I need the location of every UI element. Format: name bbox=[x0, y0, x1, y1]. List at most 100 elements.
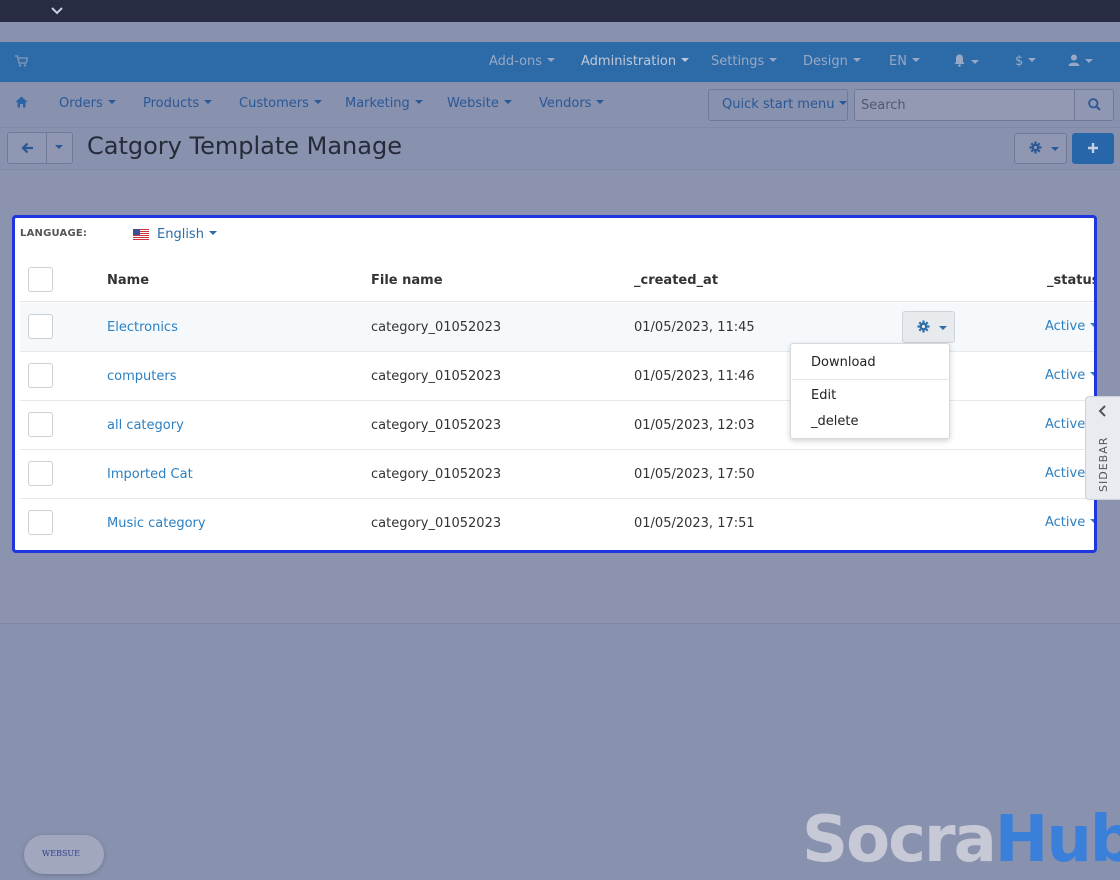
nav-language[interactable]: EN bbox=[889, 54, 920, 69]
row-status-dropdown[interactable]: Active bbox=[1045, 515, 1094, 530]
nav-currency[interactable]: $ bbox=[1015, 54, 1037, 69]
column-created-at[interactable]: _created_at bbox=[634, 273, 718, 288]
row-checkbox[interactable] bbox=[28, 314, 53, 339]
row-status-label: Active bbox=[1045, 515, 1086, 530]
language-select[interactable]: English bbox=[157, 227, 217, 242]
row-status-label: Active bbox=[1045, 319, 1086, 334]
menu-marketing[interactable]: Marketing bbox=[345, 96, 423, 111]
watermark-part1: Socra bbox=[802, 803, 997, 877]
row-file-name: category_01052023 bbox=[371, 369, 502, 384]
menu-vendors-label: Vendors bbox=[539, 96, 592, 111]
search-input[interactable]: Search bbox=[854, 89, 1075, 121]
row-actions-menu: Download Edit _delete bbox=[790, 343, 950, 439]
nav-design[interactable]: Design bbox=[803, 54, 861, 69]
menu-item-edit[interactable]: Edit bbox=[811, 388, 836, 403]
row-created-at: 01/05/2023, 11:46 bbox=[634, 369, 755, 384]
sidebar-toggle[interactable]: SIDEBAR bbox=[1085, 396, 1120, 500]
menu-website[interactable]: Website bbox=[447, 96, 512, 111]
column-file-name[interactable]: File name bbox=[371, 273, 443, 288]
row-actions-button[interactable] bbox=[902, 311, 955, 343]
gear-icon bbox=[917, 320, 934, 336]
row-name-link[interactable]: Music category bbox=[107, 516, 206, 531]
menu-customers-label: Customers bbox=[239, 96, 309, 111]
row-name-link[interactable]: Electronics bbox=[107, 320, 178, 335]
user-menu[interactable] bbox=[1068, 54, 1093, 70]
chevron-down-icon[interactable] bbox=[51, 5, 63, 18]
row-file-name: category_01052023 bbox=[371, 467, 502, 482]
nav-language-label: EN bbox=[889, 54, 907, 69]
row-status-label: Active bbox=[1045, 466, 1086, 481]
row-name-link[interactable]: Imported Cat bbox=[107, 467, 193, 482]
row-checkbox[interactable] bbox=[28, 510, 53, 535]
menu-website-label: Website bbox=[447, 96, 499, 111]
nav-administration-label: Administration bbox=[581, 54, 677, 69]
table-header: Name File name _created_at _status bbox=[20, 256, 1094, 302]
language-label: LANGUAGE: bbox=[20, 228, 88, 239]
row-name-link[interactable]: all category bbox=[107, 418, 184, 433]
table-row: Music category category_01052023 01/05/2… bbox=[20, 499, 1094, 548]
nav-administration[interactable]: Administration bbox=[581, 54, 690, 69]
websue-badge[interactable]: WEBSUE bbox=[24, 835, 104, 874]
row-file-name: category_01052023 bbox=[371, 516, 502, 531]
notifications[interactable] bbox=[953, 54, 979, 71]
row-status-label: Active bbox=[1045, 417, 1086, 432]
row-checkbox[interactable] bbox=[28, 412, 53, 437]
menu-customers[interactable]: Customers bbox=[239, 96, 322, 111]
nav-settings[interactable]: Settings bbox=[711, 54, 778, 69]
menu-divider bbox=[792, 379, 948, 380]
cart-icon[interactable] bbox=[15, 55, 29, 68]
chevron-left-icon bbox=[1098, 405, 1106, 420]
nav-currency-label: $ bbox=[1015, 54, 1024, 69]
arrow-left-icon bbox=[21, 142, 34, 158]
websue-logo-text: WEBSUE bbox=[42, 849, 81, 858]
table-row: Imported Cat category_01052023 01/05/202… bbox=[20, 450, 1094, 499]
plus-icon bbox=[1087, 142, 1099, 158]
menu-marketing-label: Marketing bbox=[345, 96, 410, 111]
bell-icon bbox=[953, 54, 966, 71]
row-status-label: Active bbox=[1045, 368, 1086, 383]
back-button[interactable] bbox=[7, 132, 47, 164]
menu-products[interactable]: Products bbox=[143, 96, 213, 111]
menu-item-download[interactable]: Download bbox=[811, 355, 876, 370]
row-created-at: 01/05/2023, 17:51 bbox=[634, 516, 755, 531]
column-status[interactable]: _status bbox=[1047, 273, 1094, 288]
language-value: English bbox=[157, 227, 204, 242]
row-checkbox[interactable] bbox=[28, 363, 53, 388]
top-navbar: Add-ons Administration Settings Design E… bbox=[0, 42, 1120, 82]
user-icon bbox=[1068, 54, 1080, 70]
watermark-part2: Hub bbox=[994, 803, 1120, 877]
row-created-at: 01/05/2023, 12:03 bbox=[634, 418, 755, 433]
column-name[interactable]: Name bbox=[107, 273, 149, 288]
row-checkbox[interactable] bbox=[28, 461, 53, 486]
home-icon[interactable] bbox=[15, 96, 28, 112]
row-name-link[interactable]: computers bbox=[107, 369, 176, 384]
select-all-checkbox[interactable] bbox=[28, 267, 53, 292]
spacer bbox=[0, 22, 1120, 42]
nav-addons[interactable]: Add-ons bbox=[489, 54, 556, 69]
add-button[interactable] bbox=[1072, 133, 1114, 164]
back-dropdown-button[interactable] bbox=[46, 132, 73, 164]
menu-orders[interactable]: Orders bbox=[59, 96, 116, 111]
nav-addons-label: Add-ons bbox=[489, 54, 543, 69]
nav-design-label: Design bbox=[803, 54, 848, 69]
row-status-dropdown[interactable]: Active bbox=[1045, 319, 1094, 334]
us-flag-icon bbox=[133, 229, 149, 240]
menu-products-label: Products bbox=[143, 96, 200, 111]
page-title: Catgory Template Manage bbox=[87, 132, 402, 160]
page-settings-button[interactable] bbox=[1014, 133, 1067, 164]
menu-item-delete[interactable]: _delete bbox=[811, 414, 858, 429]
row-created-at: 01/05/2023, 11:45 bbox=[634, 320, 755, 335]
top-strip bbox=[0, 0, 1120, 22]
row-status-dropdown[interactable]: Active bbox=[1045, 368, 1094, 383]
quick-start-label: Quick start menu bbox=[722, 97, 835, 112]
quick-start-menu-button[interactable]: Quick start menu bbox=[708, 89, 848, 121]
menu-vendors[interactable]: Vendors bbox=[539, 96, 605, 111]
menu-orders-label: Orders bbox=[59, 96, 103, 111]
socrahub-watermark: SocraHub bbox=[802, 808, 1120, 872]
row-created-at: 01/05/2023, 17:50 bbox=[634, 467, 755, 482]
sidebar-label: SIDEBAR bbox=[1097, 436, 1110, 492]
nav-settings-label: Settings bbox=[711, 54, 765, 69]
search-button[interactable] bbox=[1074, 89, 1114, 121]
gear-icon bbox=[1029, 141, 1046, 157]
search-icon bbox=[1088, 98, 1101, 115]
